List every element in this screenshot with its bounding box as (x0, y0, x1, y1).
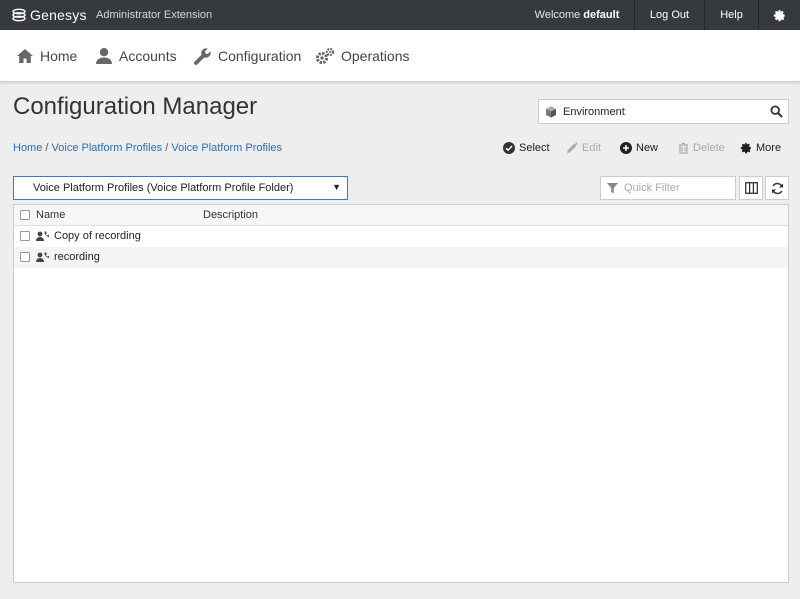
nav-home[interactable]: Home (16, 45, 77, 67)
more-label: More (756, 142, 782, 154)
user-icon (96, 48, 112, 64)
select-all-checkbox[interactable] (20, 210, 30, 220)
columns-icon (744, 182, 758, 194)
row-name: recording (54, 251, 100, 263)
environment-label: Environment (563, 105, 625, 118)
pencil-icon (567, 142, 578, 153)
breadcrumb: Home / Voice Platform Profiles / Voice P… (13, 142, 282, 154)
log-out-label: Log Out (649, 9, 690, 21)
settings-button[interactable] (758, 0, 800, 30)
cube-icon (546, 106, 556, 117)
genesys-logo: Genesys (12, 6, 87, 24)
main-nav: Home Accounts Configuration Operations (0, 30, 800, 82)
welcome-message: Welcome default (520, 0, 634, 30)
app-name: Administrator Extension (96, 9, 213, 21)
more-button[interactable]: More (740, 140, 781, 156)
column-header-description[interactable]: Description (203, 209, 258, 221)
genesys-logo-icon (12, 8, 26, 22)
new-label: New (636, 142, 659, 154)
table-header: Name Description (14, 205, 788, 226)
nav-operations[interactable]: Operations (315, 45, 409, 67)
nav-home-label: Home (40, 48, 78, 64)
plus-circle-icon (620, 142, 632, 154)
nav-configuration[interactable]: Configuration (193, 45, 301, 67)
help-button[interactable]: Help (704, 0, 758, 30)
nav-operations-label: Operations (341, 48, 410, 64)
gear-icon (740, 142, 752, 154)
welcome-user: default (583, 9, 620, 21)
trash-icon (679, 142, 688, 154)
quick-filter-placeholder: Quick Filter (624, 182, 680, 194)
environment-search-box[interactable]: Environment (538, 99, 789, 124)
edit-label: Edit (582, 142, 601, 154)
nav-configuration-label: Configuration (218, 48, 302, 64)
check-circle-icon (503, 142, 515, 154)
delete-button[interactable]: Delete (678, 140, 725, 156)
home-icon (17, 49, 33, 63)
column-header-name[interactable]: Name (36, 209, 65, 221)
row-checkbox[interactable] (20, 231, 30, 241)
quick-filter-input[interactable]: Quick Filter (600, 176, 736, 200)
brand-name: Genesys (30, 7, 87, 23)
nav-accounts[interactable]: Accounts (95, 45, 177, 67)
select-label: Select (519, 142, 550, 154)
top-bar: Genesys Administrator Extension Welcome … (0, 0, 800, 30)
delete-label: Delete (693, 142, 725, 154)
breadcrumb-home[interactable]: Home (13, 142, 42, 154)
nav-accounts-label: Accounts (119, 48, 177, 64)
welcome-prefix: Welcome (534, 9, 581, 21)
row-checkbox[interactable] (20, 252, 30, 262)
refresh-button[interactable] (765, 176, 789, 200)
log-out-button[interactable]: Log Out (634, 0, 704, 30)
wrench-icon (194, 47, 211, 65)
new-button[interactable]: New (620, 140, 658, 156)
gear-icon (773, 9, 786, 21)
voice-platform-profile-icon (36, 231, 49, 241)
filter-icon (607, 182, 618, 193)
folder-dropdown-value: Voice Platform Profiles (Voice Platform … (33, 182, 294, 194)
profiles-table: Name Description Copy of recording recor… (13, 204, 789, 583)
help-label: Help (720, 9, 743, 21)
select-button[interactable]: Select (503, 140, 550, 156)
refresh-icon (771, 182, 783, 194)
folder-dropdown[interactable]: Voice Platform Profiles (Voice Platform … (13, 176, 348, 200)
chevron-down-icon: ▼ (332, 182, 341, 192)
row-name: Copy of recording (54, 230, 141, 242)
gears-icon (315, 47, 335, 64)
breadcrumb-level1[interactable]: Voice Platform Profiles (52, 142, 163, 154)
columns-button[interactable] (739, 176, 763, 200)
page-title: Configuration Manager (13, 93, 258, 120)
table-row[interactable]: recording (14, 247, 788, 268)
search-icon[interactable] (770, 105, 783, 118)
table-row[interactable]: Copy of recording (14, 226, 788, 247)
edit-button[interactable]: Edit (566, 140, 601, 156)
breadcrumb-level2[interactable]: Voice Platform Profiles (171, 142, 282, 154)
voice-platform-profile-icon (36, 252, 49, 262)
